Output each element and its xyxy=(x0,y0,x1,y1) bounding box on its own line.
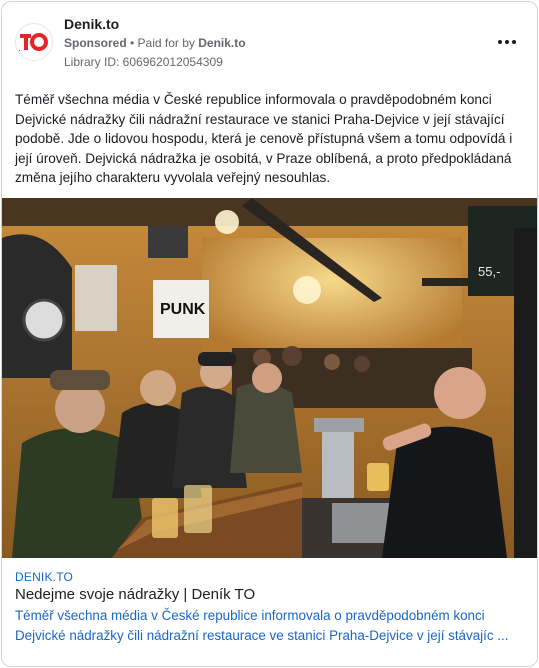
pub-interior-image: PUNK 55,- xyxy=(2,198,537,558)
chalkboard-price: 55,- xyxy=(478,264,500,279)
punk-sign-text: PUNK xyxy=(160,301,206,318)
link-description[interactable]: Téměř všechna média v České republice in… xyxy=(15,606,530,646)
sponsored-line: Sponsored • Paid for by Denik.to xyxy=(64,36,246,50)
link-title[interactable]: Nedejme svoje nádražky | Deník TO xyxy=(15,586,255,603)
library-id: Library ID: 606962012054309 xyxy=(64,55,223,69)
ad-header: Denik.to Sponsored • Paid for by Denik.t… xyxy=(2,2,537,78)
ad-photo[interactable]: PUNK 55,- xyxy=(2,198,537,558)
sponsored-label: Sponsored xyxy=(64,36,127,50)
more-horizontal-icon xyxy=(498,40,502,44)
denik-logo-icon xyxy=(19,33,48,51)
link-preview[interactable]: DENIK.TO Nedejme svoje nádražky | Deník … xyxy=(2,558,537,666)
ad-body-text: Téměř všechna média v České republice in… xyxy=(15,92,513,186)
more-options-button[interactable] xyxy=(495,32,519,52)
paid-for-name[interactable]: Denik.to xyxy=(198,36,245,50)
link-domain[interactable]: DENIK.TO xyxy=(15,570,73,584)
advertiser-logo[interactable] xyxy=(15,23,53,61)
ad-card: Denik.to Sponsored • Paid for by Denik.t… xyxy=(1,1,538,667)
advertiser-name[interactable]: Denik.to xyxy=(64,16,119,32)
more-horizontal-icon-dot xyxy=(505,40,509,44)
paid-for-prefix: Paid for by xyxy=(137,36,199,50)
meta-separator: • xyxy=(126,36,138,50)
more-horizontal-icon-dot xyxy=(512,40,516,44)
